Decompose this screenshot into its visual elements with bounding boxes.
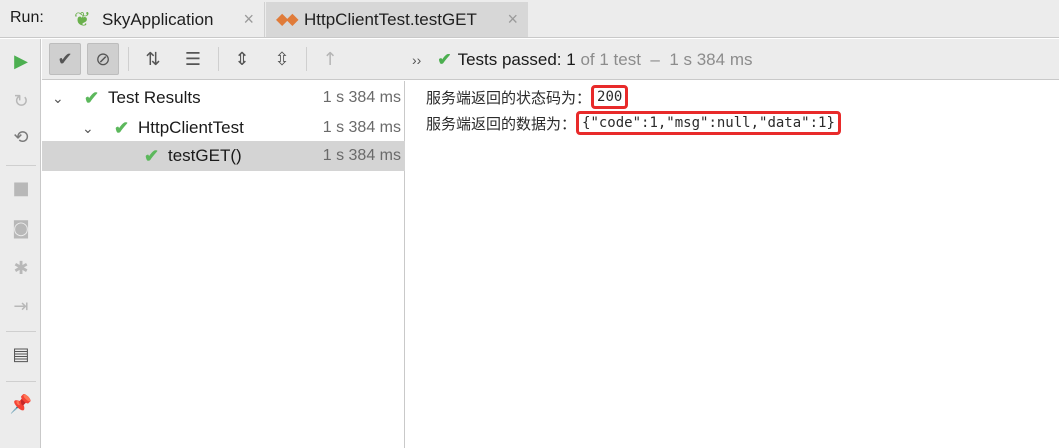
tests-passed-label: Tests passed: (457, 50, 562, 69)
sort-alphabetically-icon[interactable]: ⇅ (137, 43, 169, 75)
check-icon: ✔ (437, 50, 452, 69)
status-code-prefix: 服务端返回的状态码为： (426, 88, 592, 107)
rerun-icon[interactable]: ▶ (8, 48, 34, 74)
tab-label: SkyApplication (102, 9, 214, 29)
close-icon[interactable]: × (243, 9, 254, 30)
console-line: 服务端返回的状态码为： 200 (426, 85, 629, 109)
tree-label: testGET() (168, 146, 242, 165)
response-data-prefix: 服务端返回的数据为： (426, 114, 577, 133)
check-icon: ✔ (144, 145, 160, 166)
spring-boot-icon: ❦ (74, 8, 91, 31)
collapse-all-icon[interactable]: ⇳ (266, 43, 298, 75)
test-diamond-icon: ◆◆ (276, 10, 299, 28)
previous-failed-icon[interactable]: ↑ (314, 43, 346, 75)
status-code-value: 200 (591, 85, 629, 109)
tree-label: Test Results (108, 88, 201, 107)
tab-httpclienttest-testget[interactable]: ◆◆ HttpClientTest.testGET × (266, 2, 528, 37)
tree-duration: 1 s 384 ms (322, 147, 401, 164)
divider (6, 331, 36, 332)
expand-all-icon[interactable]: ⇕ (226, 43, 258, 75)
divider (306, 47, 307, 71)
total-duration: 1 s 384 ms (669, 50, 753, 69)
tab-skyapplication[interactable]: ❦ SkyApplication × (64, 2, 265, 37)
divider (218, 47, 219, 71)
run-tab-bar: Run: ❦ SkyApplication × ◆◆ HttpClientTes… (0, 0, 1059, 38)
stop-icon[interactable]: ■ (8, 175, 34, 201)
console-output[interactable]: 服务端返回的状态码为： 200 服务端返回的数据为： {"code":1,"ms… (406, 81, 1059, 448)
close-icon[interactable]: × (507, 9, 518, 30)
run-label: Run: (10, 9, 44, 26)
divider (6, 381, 36, 382)
tree-duration: 1 s 384 ms (322, 89, 401, 106)
test-status: ›› ✔ Tests passed: 1 of 1 test – 1 s 384… (412, 50, 752, 70)
tab-label: HttpClientTest.testGET (304, 9, 477, 29)
run-side-toolbar: ▶ ↻ ⟲ ■ ◙ ✱ ⇥ ▤ 📌 (0, 39, 41, 448)
debug-icon[interactable]: ✱ (8, 255, 34, 281)
tree-duration: 1 s 384 ms (322, 119, 401, 136)
separator-dash: – (650, 50, 660, 69)
test-results-tree: ⌄ ✔ Test Results 1 s 384 ms ⌄ ✔ HttpClie… (42, 81, 405, 448)
divider (128, 47, 129, 71)
divider (6, 165, 36, 166)
console-line: 服务端返回的数据为： {"code":1,"msg":null,"data":1… (426, 111, 841, 135)
passed-count: 1 (566, 50, 576, 69)
import-icon[interactable]: ⇥ (8, 293, 34, 319)
camera-icon[interactable]: ◙ (8, 215, 34, 241)
chevron-down-icon[interactable]: ⌄ (52, 90, 64, 107)
show-ignored-icon[interactable]: ⊘ (87, 43, 119, 75)
tree-row-testget[interactable]: ✔ testGET() 1 s 384 ms (42, 141, 405, 171)
test-toolbar: ✔ ⊘ ⇅ ☰ ⇕ ⇳ ↑ ›› ✔ Tests passed: 1 of 1 … (42, 39, 1059, 80)
pin-icon[interactable]: 📌 (8, 391, 34, 417)
tree-row-httpclienttest[interactable]: ⌄ ✔ HttpClientTest 1 s 384 ms (42, 113, 405, 143)
more-icon[interactable]: ›› (412, 52, 421, 68)
layout-icon[interactable]: ▤ (8, 341, 34, 367)
check-icon: ✔ (114, 117, 130, 138)
tree-row-test-results[interactable]: ⌄ ✔ Test Results 1 s 384 ms (42, 83, 405, 113)
rerun-failed-icon[interactable]: ↻ (8, 88, 34, 114)
check-icon: ✔ (84, 87, 100, 108)
show-passed-icon[interactable]: ✔ (49, 43, 81, 75)
total-tests: of 1 test (580, 50, 641, 69)
chevron-down-icon[interactable]: ⌄ (82, 120, 94, 137)
sort-by-duration-icon[interactable]: ☰ (177, 43, 209, 75)
response-data-value: {"code":1,"msg":null,"data":1} (576, 111, 841, 135)
tree-label: HttpClientTest (138, 118, 244, 137)
toggle-auto-test-icon[interactable]: ⟲ (8, 124, 34, 150)
